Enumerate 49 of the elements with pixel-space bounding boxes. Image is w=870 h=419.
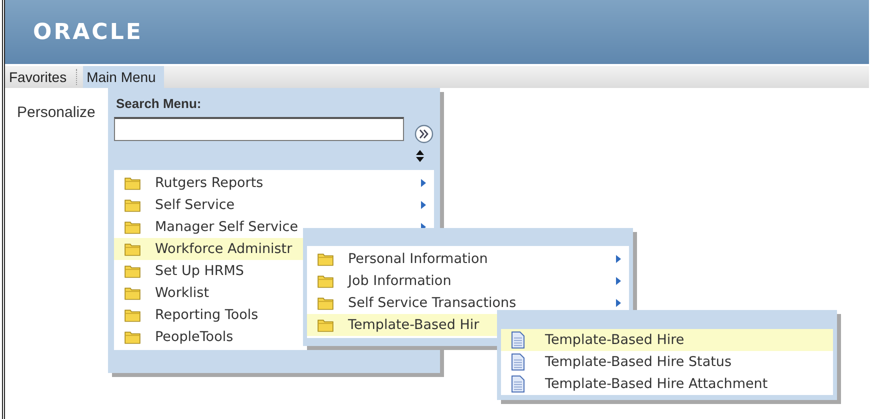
menu-item[interactable]: Template-Based Hire Attachment bbox=[501, 373, 833, 395]
search-menu-label: Search Menu: bbox=[115, 95, 202, 111]
search-field[interactable] bbox=[114, 117, 404, 141]
menu-item-label: Reporting Tools bbox=[155, 307, 260, 323]
menu-tab[interactable]: Favorites bbox=[5, 66, 71, 88]
folder-icon bbox=[124, 242, 141, 256]
menu-item[interactable]: Manager Self Service bbox=[114, 216, 434, 238]
menu-item-label: Self Service Transactions bbox=[348, 295, 518, 311]
menu-item[interactable]: Self Service Transactions bbox=[307, 292, 629, 314]
menu-item-label: Manager Self Service bbox=[155, 219, 300, 235]
submenu-arrow-icon bbox=[616, 255, 621, 263]
menu-item-label: Set Up HRMS bbox=[155, 263, 245, 279]
menu-item-label: Template-Based Hir bbox=[348, 317, 480, 333]
menu-item[interactable]: Rutgers Reports bbox=[114, 172, 434, 194]
menu-item-label: Workforce Administr bbox=[155, 241, 294, 257]
menu-item[interactable]: Template-Based Hire Status bbox=[501, 351, 833, 373]
menu-item-label: Self Service bbox=[155, 197, 236, 213]
menu-item-label: Template-Based Hire Status bbox=[545, 354, 732, 370]
menu-item[interactable]: Self Service bbox=[114, 194, 434, 216]
folder-icon bbox=[317, 296, 334, 310]
menu-item[interactable]: Job Information bbox=[307, 270, 629, 292]
sort-icon[interactable] bbox=[416, 150, 424, 162]
submenu-arrow-icon bbox=[616, 277, 621, 285]
submenu-arrow-icon bbox=[421, 179, 426, 187]
submenu-arrow-icon bbox=[616, 299, 621, 307]
folder-icon bbox=[317, 274, 334, 288]
menu-item-label: Job Information bbox=[348, 273, 452, 289]
folder-icon bbox=[317, 252, 334, 266]
document-icon bbox=[511, 374, 525, 394]
logo: ORACLE bbox=[33, 20, 143, 44]
page-label: Personalize bbox=[17, 104, 96, 121]
folder-icon bbox=[124, 286, 141, 300]
document-icon bbox=[511, 352, 525, 372]
menu-item[interactable]: Template-Based Hire bbox=[501, 329, 833, 351]
folder-icon bbox=[317, 318, 334, 332]
menu-item-label: Rutgers Reports bbox=[155, 175, 264, 191]
folder-icon bbox=[124, 308, 141, 322]
folder-icon bbox=[124, 220, 141, 234]
folder-icon bbox=[124, 198, 141, 212]
folder-icon bbox=[124, 330, 141, 344]
menu-tab[interactable]: Main Menu bbox=[82, 66, 164, 88]
go-button[interactable] bbox=[414, 124, 434, 144]
folder-icon bbox=[124, 176, 141, 190]
document-icon bbox=[511, 330, 525, 350]
folder-icon bbox=[124, 264, 141, 278]
menu-item-label: Template-Based Hire Attachment bbox=[545, 376, 769, 392]
menu-item-label: Worklist bbox=[155, 285, 210, 301]
submenu-arrow-icon bbox=[421, 201, 426, 209]
menu-item-label: PeopleTools bbox=[155, 329, 234, 345]
